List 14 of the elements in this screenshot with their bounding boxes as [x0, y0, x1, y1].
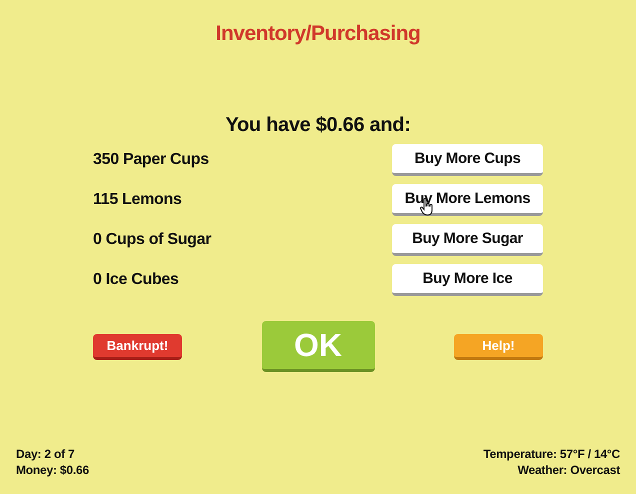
buy-button[interactable]: Buy More Sugar	[392, 224, 543, 256]
inventory-label: 350 Paper Cups	[93, 151, 209, 169]
inventory-label: 115 Lemons	[93, 191, 182, 209]
status-text: Day: 2 of 7	[16, 447, 74, 461]
page-title: Inventory/Purchasing	[216, 22, 420, 46]
status-text: Temperature: 57°F / 14°C	[483, 447, 620, 461]
status-text: Money: $0.66	[16, 463, 89, 477]
inventory-label: 0 Cups of Sugar	[93, 231, 212, 249]
money-heading: You have $0.66 and:	[225, 114, 411, 137]
inventory-label: 0 Ice Cubes	[93, 271, 179, 289]
buy-button[interactable]: Buy More Cups	[392, 144, 543, 176]
status-text: Weather: Overcast	[518, 463, 620, 477]
buy-button[interactable]: Buy More Ice	[392, 264, 543, 296]
bankrupt-button[interactable]: Bankrupt!	[93, 334, 182, 360]
